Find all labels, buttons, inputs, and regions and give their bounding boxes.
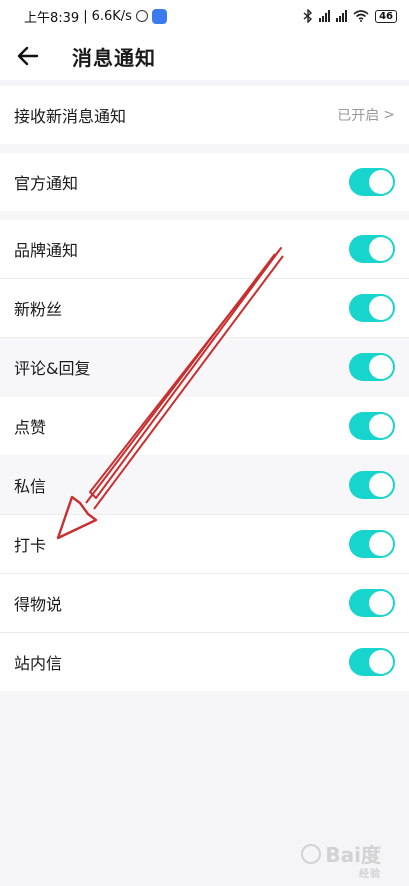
back-button[interactable] — [14, 42, 42, 70]
setting-label: 得物说 — [14, 595, 63, 614]
watermark-text: Bai度 — [325, 843, 381, 867]
toggle-knob — [369, 170, 393, 194]
watermark-subtext: 经验 — [359, 869, 381, 880]
setting-row-private-messages: 私信 — [0, 456, 409, 514]
toggle-knob — [369, 591, 393, 615]
chevron-right-icon: > — [383, 107, 395, 123]
receive-notifications-row[interactable]: 接收新消息通知 已开启 > — [0, 86, 409, 144]
wifi-icon — [353, 10, 369, 22]
arrow-left-icon — [17, 46, 39, 66]
receive-notifications-label: 接收新消息通知 — [14, 107, 127, 126]
watermark-logo: Bai度 经验 — [301, 839, 381, 880]
paw-icon — [301, 843, 322, 864]
top-nav-bar: 消息通知 — [0, 32, 409, 80]
setting-row-likes: 点赞 — [0, 397, 409, 455]
setting-row-check-in: 打卡 — [0, 515, 409, 573]
toggle-switch[interactable] — [349, 412, 395, 440]
divider — [0, 278, 409, 279]
setting-label: 点赞 — [14, 418, 47, 437]
receive-notifications-status: 已开启 > — [337, 105, 395, 125]
toggle-knob — [369, 237, 393, 261]
toggle-switch[interactable] — [349, 530, 395, 558]
signal-icon — [319, 10, 331, 22]
toggle-switch[interactable] — [349, 589, 395, 617]
divider — [0, 514, 409, 515]
setting-label: 打卡 — [14, 536, 47, 555]
status-left: 上午8:39 | 6.6K/s — [24, 7, 167, 26]
page-title: 消息通知 — [72, 45, 156, 70]
setting-row-site-messages: 站内信 — [0, 633, 409, 691]
toggle-switch[interactable] — [349, 235, 395, 263]
toggle-knob — [369, 650, 393, 674]
status-speed: 6.6K/s — [91, 8, 132, 24]
toggle-knob — [369, 473, 393, 497]
setting-row-comments: 评论&回复 — [0, 338, 409, 396]
toggle-knob — [369, 296, 393, 320]
toggle-switch[interactable] — [349, 471, 395, 499]
setting-row-new-fans: 新粉丝 — [0, 279, 409, 337]
app-badge-icon — [151, 8, 167, 24]
battery-level: 46 — [379, 10, 393, 22]
toggle-knob — [369, 355, 393, 379]
setting-label: 评论&回复 — [14, 359, 91, 378]
toggle-switch[interactable] — [349, 648, 395, 676]
toggle-knob — [369, 532, 393, 556]
divider — [0, 337, 409, 338]
bluetooth-icon — [303, 9, 313, 23]
divider — [0, 632, 409, 633]
toggle-switch[interactable] — [349, 353, 395, 381]
toggle-switch[interactable] — [349, 294, 395, 322]
battery-icon: 46 — [375, 9, 397, 23]
toggle-switch[interactable] — [349, 168, 395, 196]
status-right: 46 — [303, 9, 397, 23]
alarm-icon — [135, 10, 148, 22]
setting-label: 站内信 — [14, 654, 63, 673]
status-time: 上午8:39 — [24, 10, 80, 26]
setting-row-brand: 品牌通知 — [0, 220, 409, 278]
status-bar: 上午8:39 | 6.6K/s 46 — [0, 0, 409, 32]
signal-icon — [336, 10, 348, 22]
setting-row-dewu-says: 得物说 — [0, 574, 409, 632]
setting-label: 私信 — [14, 477, 47, 496]
status-separator: | — [83, 8, 88, 24]
receive-status-value: 已开启 — [337, 108, 380, 124]
setting-label: 新粉丝 — [14, 300, 63, 319]
divider — [0, 573, 409, 574]
setting-label: 品牌通知 — [14, 241, 79, 260]
setting-label: 官方通知 — [14, 174, 79, 193]
toggle-knob — [369, 414, 393, 438]
setting-row-official: 官方通知 — [0, 153, 409, 211]
